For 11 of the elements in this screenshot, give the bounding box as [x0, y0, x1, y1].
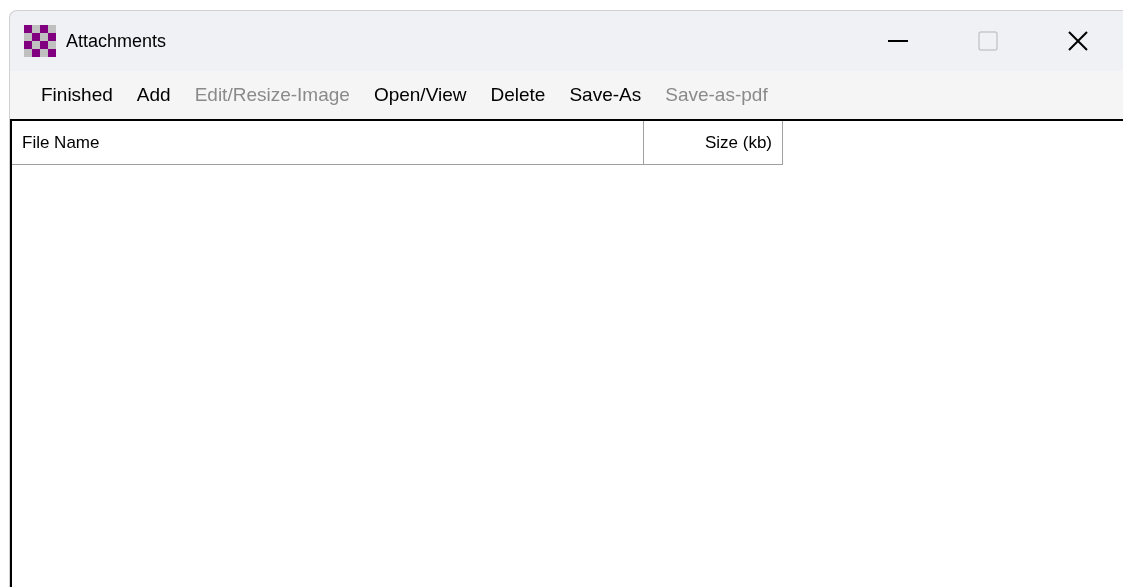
column-header[interactable]: Size (kb) — [644, 121, 782, 164]
column-header[interactable]: File Name — [12, 121, 644, 164]
close-icon[interactable] — [1068, 31, 1088, 51]
window-title: Attachments — [66, 29, 167, 53]
menu-item[interactable]: Finished — [32, 76, 122, 114]
menu-item[interactable]: Add — [127, 76, 180, 114]
menu-item[interactable]: Open/View — [364, 76, 476, 114]
app-icon — [24, 25, 56, 57]
menu-item[interactable]: Delete — [481, 76, 555, 114]
menu-item[interactable]: Save-As — [560, 76, 651, 114]
minimize-icon[interactable] — [888, 40, 908, 42]
